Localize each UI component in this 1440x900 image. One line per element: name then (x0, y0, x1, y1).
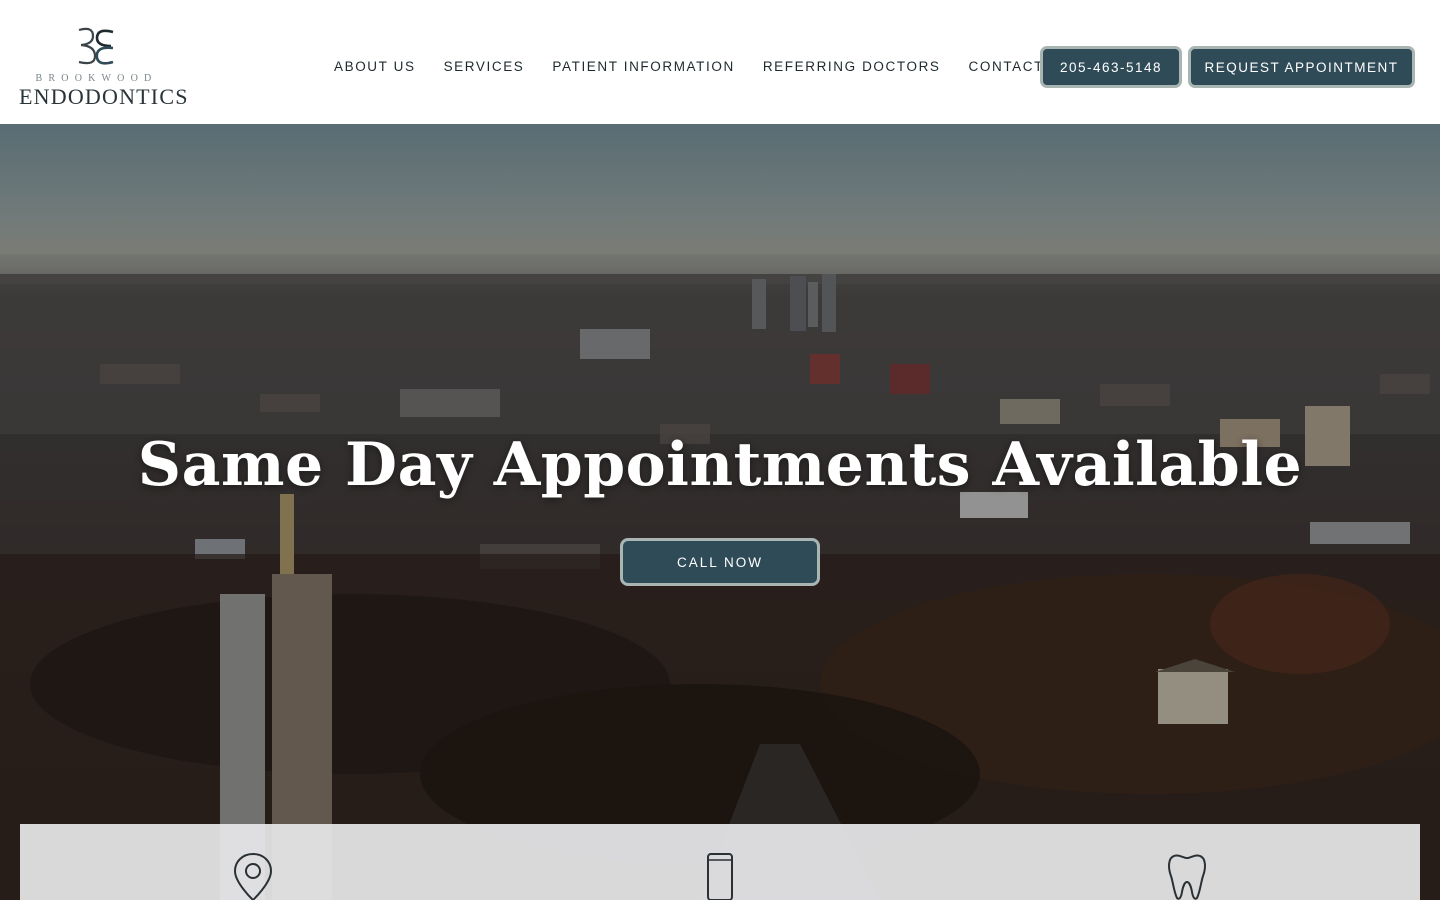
brand-name-large: ENDODONTICS (19, 84, 189, 109)
brand-name-small: BROOKWOOD (35, 73, 158, 84)
site-header: BROOKWOOD ENDODONTICS ABOUT US SERVICES … (0, 0, 1440, 124)
mobile-phone-icon[interactable] (706, 852, 734, 900)
nav-item-about-us[interactable]: ABOUT US (334, 59, 416, 74)
nav-item-patient-information[interactable]: PATIENT INFORMATION (552, 59, 734, 74)
nav-item-referring-doctors[interactable]: REFERRING DOCTORS (763, 59, 941, 74)
hero-section: Same Day Appointments Available CALL NOW (0, 124, 1440, 900)
tooth-icon[interactable] (1166, 852, 1208, 900)
main-nav: ABOUT US SERVICES PATIENT INFORMATION RE… (334, 59, 1072, 74)
brookwood-monogram-logo-icon (78, 27, 114, 65)
info-panel (20, 824, 1420, 900)
brand-logo[interactable]: BROOKWOOD ENDODONTICS (19, 26, 189, 109)
phone-button[interactable]: 205-463-5148 (1040, 46, 1182, 88)
location-pin-icon[interactable] (232, 852, 274, 900)
nav-item-services[interactable]: SERVICES (444, 59, 525, 74)
request-appointment-button[interactable]: REQUEST APPOINTMENT (1188, 46, 1415, 88)
call-now-button[interactable]: CALL NOW (620, 538, 820, 586)
nav-item-contact[interactable]: CONTACT (969, 59, 1044, 74)
hero-overlay (0, 124, 1440, 900)
hero-title: Same Day Appointments Available (137, 430, 1303, 500)
